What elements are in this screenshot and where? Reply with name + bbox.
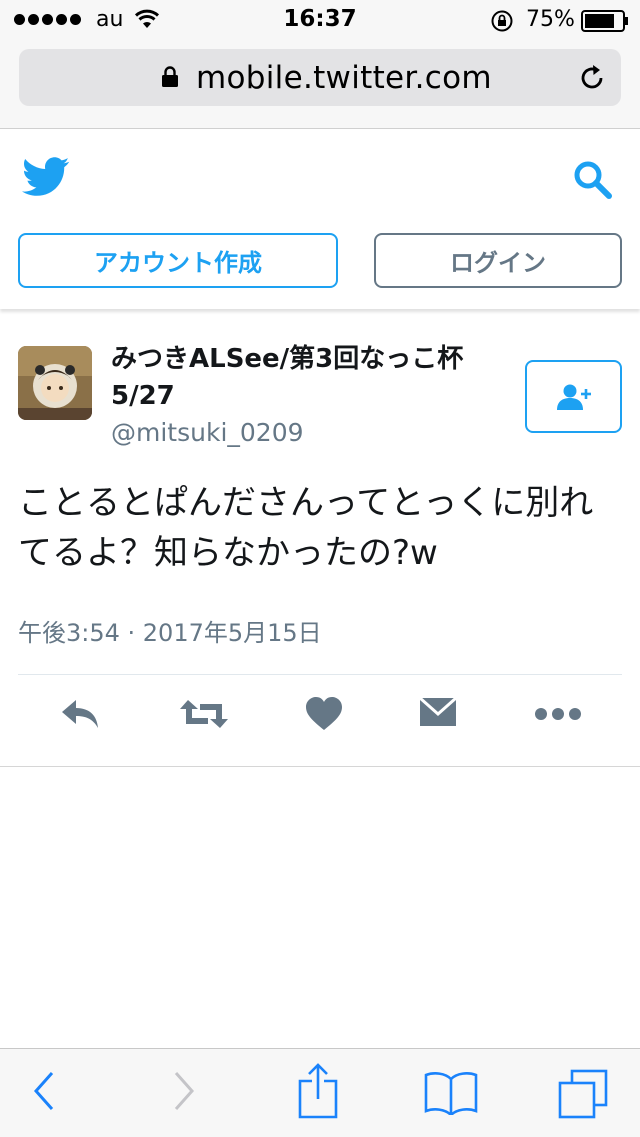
share-icon[interactable] (298, 1063, 338, 1119)
bookmarks-icon[interactable] (424, 1069, 478, 1115)
status-bar: au 16:37 75% (0, 0, 640, 40)
login-button[interactable]: ログイン (374, 233, 622, 288)
twitter-bird-icon[interactable] (22, 157, 70, 197)
url-text: mobile.twitter.com (196, 60, 492, 96)
tweet-actions (0, 690, 640, 750)
divider (18, 674, 622, 675)
browser-toolbar (0, 1048, 640, 1137)
message-icon[interactable] (419, 696, 457, 728)
signup-button[interactable]: アカウント作成 (18, 233, 338, 288)
address-bar[interactable]: mobile.twitter.com (19, 49, 621, 106)
twitter-header: アカウント作成 ログイン (0, 129, 640, 309)
tweet-text: ことるとぱんださんってとっくに別れてるよ？知らなかったの?w (18, 483, 594, 573)
like-icon[interactable] (305, 696, 343, 732)
back-icon[interactable] (32, 1069, 56, 1113)
search-icon[interactable] (572, 159, 614, 201)
forward-icon[interactable] (172, 1069, 196, 1113)
avatar[interactable] (18, 346, 92, 420)
rotation-lock-icon (491, 10, 513, 32)
browser-address-area: mobile.twitter.com (0, 40, 640, 129)
lock-icon (162, 66, 178, 87)
battery-icon (581, 10, 628, 32)
reload-icon[interactable] (577, 63, 607, 93)
retweet-icon[interactable] (178, 696, 230, 732)
battery-percent: 75% (526, 7, 575, 32)
add-user-icon (556, 384, 591, 410)
reply-icon[interactable] (60, 696, 102, 732)
author-name[interactable]: みつきALSee/第3回なっこ杯 5/27 (111, 341, 501, 415)
more-icon[interactable] (534, 696, 582, 732)
tweet-timestamp[interactable]: 午後3:54 · 2017年5月15日 (18, 613, 322, 648)
divider (0, 766, 640, 767)
tabs-icon[interactable] (558, 1069, 608, 1119)
follow-button[interactable] (525, 360, 622, 433)
avatar-image (18, 346, 92, 420)
author-handle[interactable]: @mitsuki_0209 (111, 418, 304, 447)
